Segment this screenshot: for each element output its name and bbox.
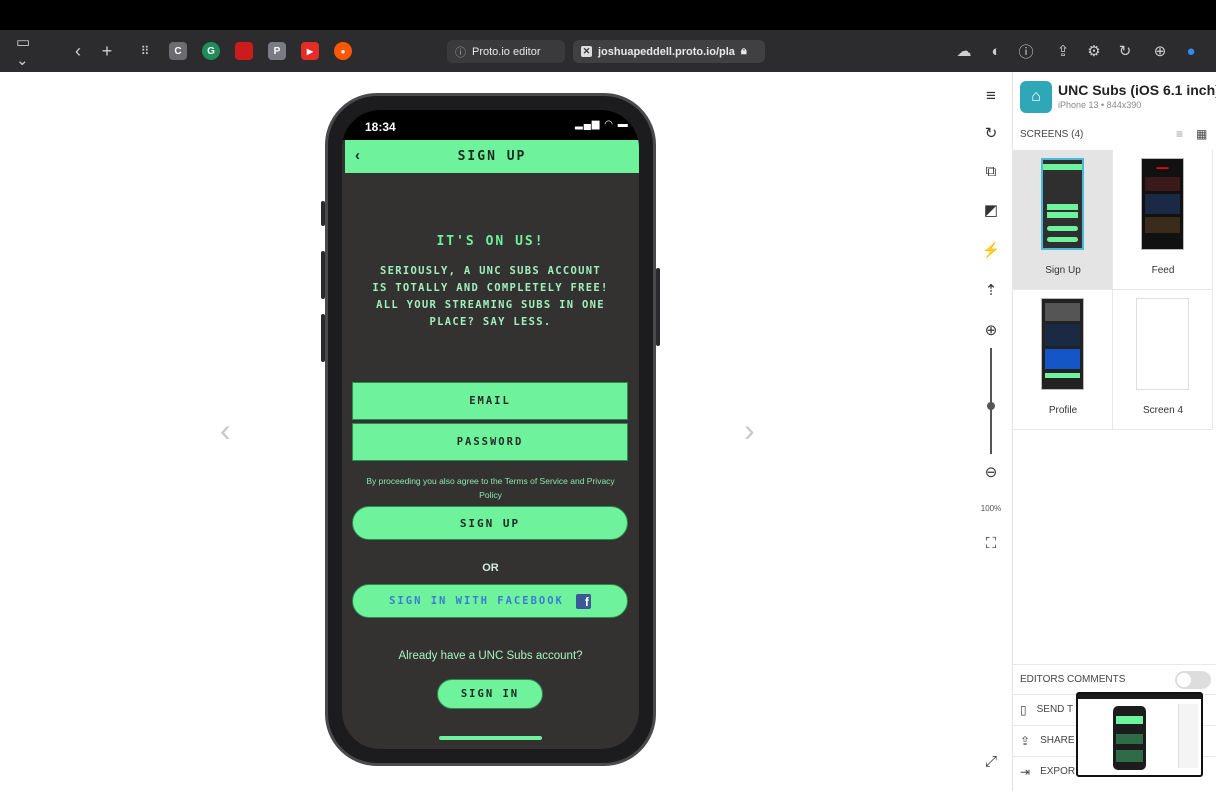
export-icon: ⇥	[1020, 764, 1031, 779]
phone-icon: ▯	[1020, 702, 1027, 717]
status-time: 18:34	[365, 120, 396, 134]
signal-wifi-battery-icon: ▂▄▆ ◠ ▬	[575, 119, 629, 130]
screen-thumb-image	[1041, 298, 1084, 390]
menu-hamburger-icon[interactable]: ≡	[981, 86, 1001, 106]
rotate-device-icon[interactable]: ⧉	[981, 161, 1001, 181]
favicon-reddit-icon[interactable]: ●	[334, 42, 352, 60]
shield-icon[interactable]: ◐	[988, 41, 1004, 61]
favicon-youtube-icon[interactable]: ▶	[301, 42, 319, 60]
export-label: EXPOR	[1040, 766, 1076, 777]
mute-switch	[321, 201, 325, 226]
facebook-signin-button[interactable]: SIGN IN WITH FACEBOOK f	[352, 584, 628, 618]
back-arrow-icon[interactable]: ‹	[70, 41, 86, 61]
email-field[interactable]: EMAIL	[352, 382, 628, 420]
phone-frame: 18:34 ▂▄▆ ◠ ▬ ‹ SIGN UP IT'S ON US! SERI…	[321, 93, 660, 766]
grid-view-icon[interactable]: ▦	[1196, 127, 1207, 141]
upload-icon[interactable]: ⇡	[981, 280, 1001, 300]
home-indicator	[439, 736, 542, 740]
screen-label: Feed	[1151, 265, 1175, 276]
password-field[interactable]: PASSWORD	[352, 423, 628, 461]
info-icon: ⓘ	[455, 46, 466, 59]
hotspot-icon[interactable]: ⚡	[981, 240, 1001, 260]
refresh-icon[interactable]: ↻	[981, 123, 1001, 143]
facebook-button-label: SIGN IN WITH FACEBOOK	[389, 595, 564, 607]
fullscreen-icon[interactable]: ⛶	[981, 533, 1001, 553]
list-view-icon[interactable]: ≡	[1176, 127, 1183, 141]
back-chevron-icon[interactable]: ‹	[355, 147, 360, 164]
project-title: UNC Subs (iOS 6.1 inch)	[1058, 82, 1216, 98]
screen-label: Sign Up	[1045, 265, 1081, 276]
app-logo-icon: ⌂	[1020, 81, 1052, 113]
tab-active-url[interactable]: ✕ joshuapeddell.proto.io/pla 🔒︎	[573, 40, 765, 63]
already-account-text: Already have a UNC Subs account?	[398, 650, 583, 662]
reload-icon[interactable]: ↻	[1117, 41, 1133, 61]
screen-label: Profile	[1048, 405, 1078, 416]
screen-thumb-image: ▬▬	[1141, 158, 1184, 250]
project-subtitle: iPhone 13 • 844x390	[1058, 100, 1142, 110]
browser-toolbar: ▭ ⌄ ‹ + ⠿ C G P ▶ ● ⓘ Proto.io editor ✕ …	[0, 30, 1216, 72]
favicon-c-icon[interactable]: C	[169, 42, 187, 60]
favicon-p-icon[interactable]: P	[268, 42, 286, 60]
lock-icon: 🔒︎	[740, 45, 747, 57]
zoom-slider[interactable]	[987, 348, 995, 454]
share-icon[interactable]: ⇪	[1055, 41, 1071, 61]
facebook-icon: f	[575, 593, 591, 609]
screen-thumb-profile[interactable]: Profile	[1013, 290, 1113, 430]
zoom-out-icon[interactable]: ⊖	[981, 462, 1001, 482]
expand-icon[interactable]: ⤢	[981, 751, 1001, 771]
power-button	[656, 268, 660, 346]
nav-title: SIGN UP	[457, 149, 527, 164]
tab-label: Proto.io editor	[472, 45, 541, 58]
zoom-in-icon[interactable]: ⊕	[981, 320, 1001, 340]
info-circle-icon[interactable]: ⓘ	[1018, 41, 1034, 61]
headline: IT'S ON US!	[436, 234, 545, 249]
tab-close-icon[interactable]: ✕	[581, 46, 592, 57]
preview-canvas: ‹ › 18:34 ▂▄▆ ◠ ▬ ‹ SIGN UP IT'S ON US! …	[0, 72, 970, 791]
camera-notch	[429, 110, 551, 136]
screen-thumb-image	[1041, 158, 1084, 250]
grid-apps-icon[interactable]: ⠿	[136, 41, 154, 61]
next-screen-arrow-icon[interactable]: ›	[744, 412, 755, 449]
profile-icon[interactable]: ●	[1183, 41, 1199, 61]
favicon-red-icon[interactable]	[235, 42, 253, 60]
volume-up-button	[321, 251, 325, 299]
screenshot-preview-overlay[interactable]	[1076, 692, 1203, 777]
or-divider: OR	[482, 562, 499, 574]
screen-thumb-screen-4[interactable]: Screen 4	[1113, 290, 1213, 430]
editors-comments-label: EDITORS COMMENTS	[1020, 674, 1126, 685]
volume-down-button	[321, 314, 325, 362]
zoom-level: 100%	[980, 504, 1002, 513]
url-label: joshuapeddell.proto.io/pla	[598, 45, 735, 58]
phone-screen: 18:34 ▂▄▆ ◠ ▬ ‹ SIGN UP IT'S ON US! SERI…	[342, 110, 639, 749]
download-icon[interactable]: ⊕	[1152, 41, 1168, 61]
screen-thumb-feed[interactable]: ▬▬ Feed	[1113, 150, 1213, 290]
terms-text: By proceeding you also agree to the Term…	[366, 476, 615, 500]
contrast-icon[interactable]: ◩	[981, 200, 1001, 220]
status-bar: 18:34 ▂▄▆ ◠ ▬	[342, 110, 639, 140]
screen-thumb-sign-up[interactable]: Sign Up	[1013, 150, 1113, 290]
intro-paragraph: SERIOUSLY, A UNC SUBS ACCOUNT IS TOTALLY…	[372, 265, 609, 328]
share-label: SHARE	[1040, 735, 1075, 746]
settings-gear-icon[interactable]: ⚙	[1086, 41, 1102, 61]
editors-comments-row: EDITORS COMMENTS	[1013, 664, 1216, 694]
sidebar-toggle-icon[interactable]: ▭ ⌄	[16, 34, 46, 69]
sign-up-button[interactable]: SIGN UP	[352, 506, 628, 540]
zoom-slider-handle[interactable]	[987, 402, 995, 410]
new-tab-icon[interactable]: +	[98, 41, 116, 61]
signup-nav-bar: ‹ SIGN UP	[345, 140, 639, 173]
cloud-icon[interactable]: ☁	[955, 41, 973, 61]
send-label: SEND T	[1036, 704, 1074, 715]
share-icon: ⇪	[1020, 733, 1031, 748]
editors-comments-toggle[interactable]	[1175, 671, 1211, 689]
tab-proto-editor[interactable]: ⓘ Proto.io editor	[447, 40, 565, 63]
screens-header: SCREENS (4)	[1020, 129, 1084, 140]
top-black-bar	[0, 0, 1216, 30]
prev-screen-arrow-icon[interactable]: ‹	[220, 412, 231, 449]
favicon-grammarly-icon[interactable]: G	[202, 42, 220, 60]
editor-tool-column: ≡ ↻ ⧉ ◩ ⚡ ⇡ ⊕ ⊖ 100% ⛶ ⤢	[970, 72, 1012, 791]
sign-in-button[interactable]: SIGN IN	[437, 679, 543, 709]
screen-thumb-image	[1136, 298, 1189, 390]
screen-label: Screen 4	[1142, 405, 1184, 416]
screens-panel: ⌂ UNC Subs (iOS 6.1 inch) iPhone 13 • 84…	[1012, 72, 1216, 791]
